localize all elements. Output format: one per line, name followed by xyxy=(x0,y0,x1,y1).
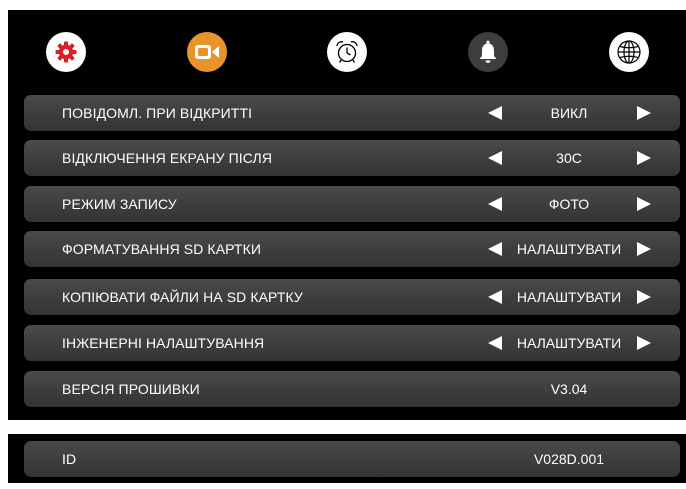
video-camera-icon xyxy=(195,45,219,59)
device-id-label: ID xyxy=(62,451,77,467)
setting-row-firmware-version: ВЕРСІЯ ПРОШИВКИ V3.04 xyxy=(24,371,680,407)
setting-label: РЕЖИМ ЗАПИСУ xyxy=(62,196,177,212)
setting-row-copy-to-sd[interactable]: КОПІЮВАТИ ФАЙЛИ НА SD КАРТКУ НАЛАШТУВАТИ xyxy=(24,279,680,315)
setting-label: ВЕРСІЯ ПРОШИВКИ xyxy=(62,381,200,397)
previous-value-arrow-icon[interactable] xyxy=(488,106,502,120)
setting-row-format-sd[interactable]: ФОРМАТУВАННЯ SD КАРТКИ НАЛАШТУВАТИ xyxy=(24,231,680,267)
language-tab[interactable] xyxy=(609,32,649,72)
firmware-version-value: V3.04 xyxy=(550,381,588,397)
next-value-arrow-icon[interactable] xyxy=(637,106,651,120)
alarm-clock-icon xyxy=(336,41,358,63)
setting-value: 30С xyxy=(556,150,582,166)
setting-label: ПОВІДОМЛ. ПРИ ВІДКРИТТІ xyxy=(62,105,253,121)
device-id-row: ID V028D.001 xyxy=(24,441,680,477)
gear-icon xyxy=(55,41,77,63)
setting-row-engineering[interactable]: ІНЖЕНЕРНІ НАЛАШТУВАННЯ НАЛАШТУВАТИ xyxy=(24,325,680,361)
setting-label: ВІДКЛЮЧЕННЯ ЕКРАНУ ПІСЛЯ xyxy=(62,150,273,166)
setting-value: ФОТО xyxy=(548,196,590,212)
bell-icon xyxy=(479,40,497,63)
globe-icon xyxy=(617,40,641,64)
alarm-tab[interactable] xyxy=(327,32,367,72)
previous-value-arrow-icon[interactable] xyxy=(488,290,502,304)
settings-panel: ПОВІДОМЛ. ПРИ ВІДКРИТТІ ВИКЛ ВІДКЛЮЧЕННЯ… xyxy=(8,10,686,420)
setting-value: ВИКЛ xyxy=(550,105,588,121)
setting-value: НАЛАШТУВАТИ xyxy=(516,241,622,257)
setting-row-screen-off[interactable]: ВІДКЛЮЧЕННЯ ЕКРАНУ ПІСЛЯ 30С xyxy=(24,140,680,176)
setting-label: КОПІЮВАТИ ФАЙЛИ НА SD КАРТКУ xyxy=(62,289,303,305)
previous-value-arrow-icon[interactable] xyxy=(488,336,502,350)
setting-label: ІНЖЕНЕРНІ НАЛАШТУВАННЯ xyxy=(62,335,265,351)
setting-row-record-mode[interactable]: РЕЖИМ ЗАПИСУ ФОТО xyxy=(24,186,680,222)
bell-tab[interactable] xyxy=(468,32,508,72)
previous-value-arrow-icon[interactable] xyxy=(488,242,502,256)
setting-row-open-notification[interactable]: ПОВІДОМЛ. ПРИ ВІДКРИТТІ ВИКЛ xyxy=(24,95,680,131)
next-value-arrow-icon[interactable] xyxy=(637,242,651,256)
device-id-panel: ID V028D.001 xyxy=(8,434,686,483)
previous-value-arrow-icon[interactable] xyxy=(488,151,502,165)
device-id-value: V028D.001 xyxy=(533,451,605,467)
setting-label: ФОРМАТУВАННЯ SD КАРТКИ xyxy=(62,241,262,257)
setting-value: НАЛАШТУВАТИ xyxy=(516,289,622,305)
next-value-arrow-icon[interactable] xyxy=(637,151,651,165)
setting-value: НАЛАШТУВАТИ xyxy=(516,335,622,351)
previous-value-arrow-icon[interactable] xyxy=(488,197,502,211)
settings-tab[interactable] xyxy=(46,32,86,72)
next-value-arrow-icon[interactable] xyxy=(637,197,651,211)
next-value-arrow-icon[interactable] xyxy=(637,290,651,304)
next-value-arrow-icon[interactable] xyxy=(637,336,651,350)
mode-tab-bar xyxy=(8,10,686,95)
video-tab[interactable] xyxy=(187,32,227,72)
